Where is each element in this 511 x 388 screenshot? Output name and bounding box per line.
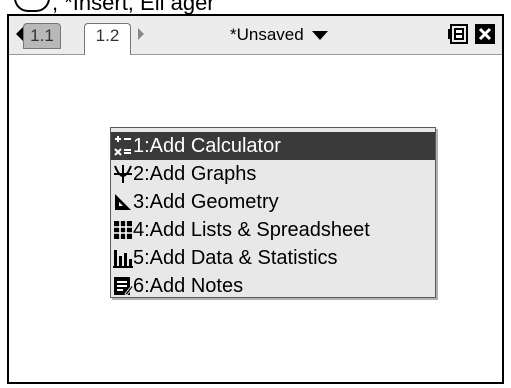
tab-1-2[interactable]: 1.2 — [84, 23, 131, 55]
menu-item-add-geometry[interactable]: 3:Add Geometry — [111, 188, 435, 216]
menu-item-label: 3:Add Geometry — [133, 191, 279, 213]
close-icon[interactable] — [474, 23, 496, 45]
menu-item-label: 6:Add Notes — [133, 275, 244, 297]
tab-toolbar: 1.1 1.2 *Unsaved — [9, 16, 502, 55]
graphs-icon — [114, 165, 132, 183]
scroll-left-arrow-icon[interactable] — [16, 27, 23, 41]
document-title: *Unsaved — [230, 25, 304, 44]
app-window: 1.1 1.2 *Unsaved 1:Add Calculator 2:Add … — [7, 14, 504, 384]
chevron-down-icon — [311, 31, 328, 41]
battery-icon[interactable] — [448, 23, 470, 45]
insert-page-menu: 1:Add Calculator 2:Add Graphs 3:Add Geom… — [110, 127, 436, 298]
menu-item-label: 4:Add Lists & Spreadsheet — [133, 219, 370, 241]
spreadsheet-icon — [114, 221, 132, 239]
menu-item-label: 1:Add Calculator — [133, 135, 281, 157]
menu-item-label: 2:Add Graphs — [133, 163, 257, 185]
menu-item-label: 5:Add Data & Statistics — [133, 247, 338, 269]
statistics-icon — [113, 250, 133, 268]
notes-icon — [114, 277, 133, 296]
document-title-dropdown[interactable]: *Unsaved — [230, 23, 328, 47]
menu-item-add-calculator[interactable]: 1:Add Calculator — [111, 132, 435, 160]
menu-item-add-graphs[interactable]: 2:Add Graphs — [111, 160, 435, 188]
menu-item-add-lists-spreadsheet[interactable]: 4:Add Lists & Spreadsheet — [111, 216, 435, 244]
geometry-icon — [115, 194, 131, 210]
scroll-right-arrow-icon[interactable] — [138, 28, 144, 40]
tab-1-1[interactable]: 1.1 — [23, 23, 61, 49]
menu-item-add-data-statistics[interactable]: 5:Add Data & Statistics — [111, 244, 435, 272]
menu-item-add-notes[interactable]: 6:Add Notes — [111, 272, 435, 300]
calculator-icon — [113, 136, 133, 156]
scroll-tab-shape — [14, 0, 50, 12]
caption-text: , *Insert, Ell ager — [52, 0, 215, 15]
